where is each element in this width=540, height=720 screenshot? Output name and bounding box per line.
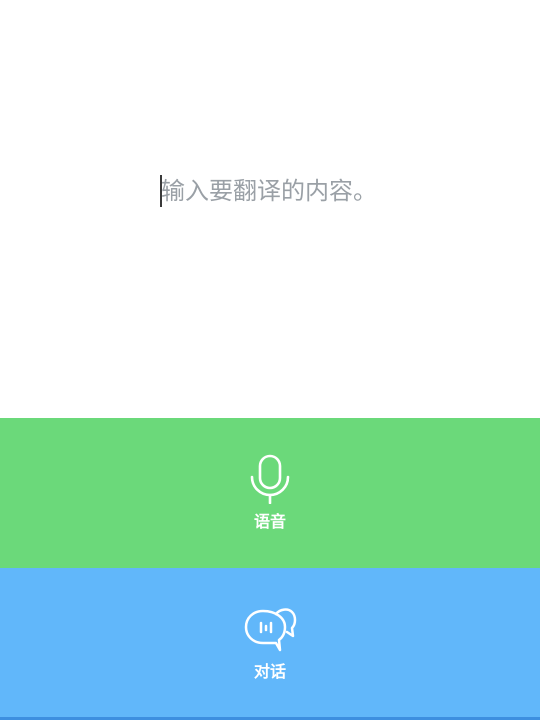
input-placeholder: 输入要翻译的内容。 (161, 177, 377, 205)
translation-input-area[interactable]: 输入要翻译的内容。 (0, 0, 540, 418)
conversation-label: 对话 (253, 662, 286, 681)
voice-label: 语音 (253, 512, 286, 531)
translation-input[interactable]: 输入要翻译的内容。 (158, 172, 418, 210)
conversation-icon (244, 608, 297, 652)
microphone-icon (250, 454, 290, 504)
translator-app: 输入要翻译的内容。 语音 对话 (0, 0, 540, 720)
